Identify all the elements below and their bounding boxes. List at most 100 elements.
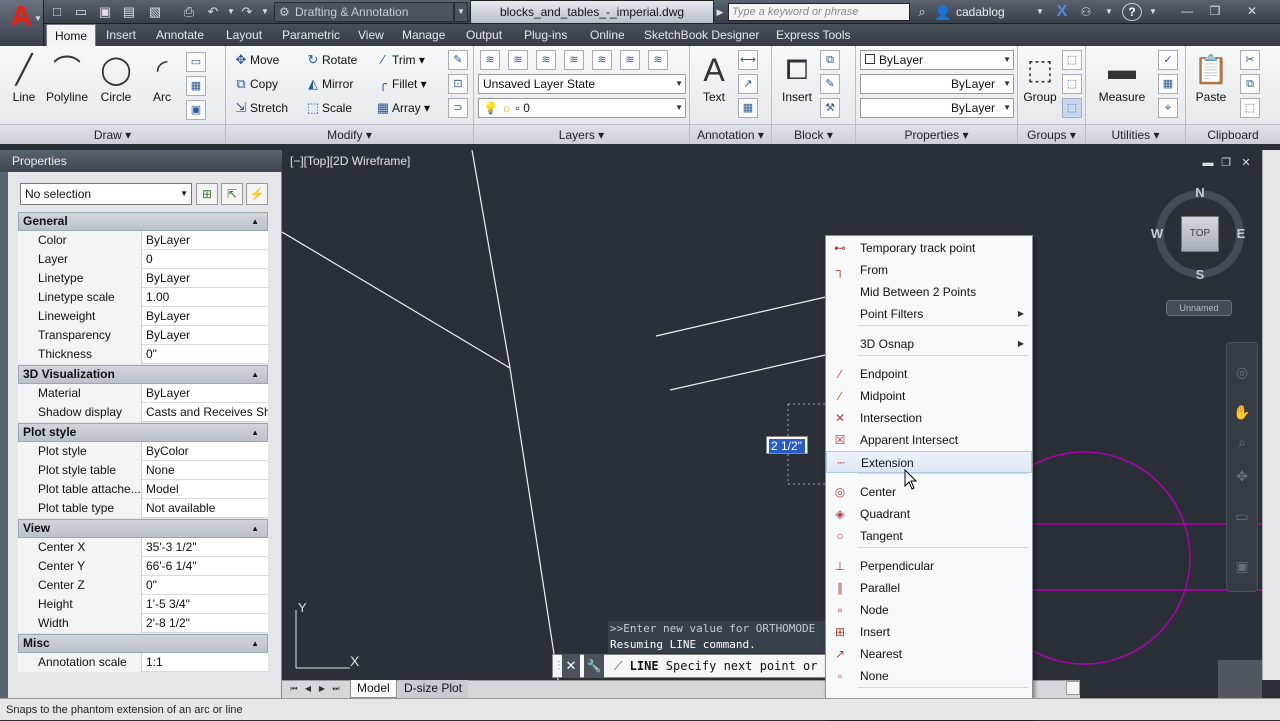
tab-parametric[interactable]: Parametric	[274, 24, 348, 46]
offset-icon[interactable]: ⊃	[448, 98, 468, 118]
layer-lock-icon[interactable]: ≋	[620, 50, 640, 70]
command-prompt[interactable]: ⟋ LINE Specify next point or	[610, 655, 830, 677]
tab-output[interactable]: Output	[458, 24, 510, 46]
menu-item-point-filters[interactable]: Point Filters ▶	[826, 303, 1032, 325]
property-value[interactable]: 1:1	[143, 653, 268, 672]
property-row[interactable]: Material ByLayer	[18, 384, 268, 403]
tab-plugins[interactable]: Plug-ins	[516, 24, 575, 46]
property-value[interactable]: Model	[143, 480, 268, 499]
close-icon[interactable]: ✕	[1232, 2, 1272, 20]
lineweight-combo[interactable]: ByLayer ▼	[860, 98, 1014, 118]
horizontal-scroll-thumb[interactable]	[1066, 681, 1080, 695]
insert-block-button[interactable]: ⧠ Insert	[778, 50, 816, 104]
palette-title[interactable]: Properties	[0, 150, 282, 172]
menu-item-from[interactable]: ┐ From	[826, 259, 1032, 281]
vertical-scrollbar[interactable]	[1262, 150, 1280, 680]
scale-button[interactable]: ⬚ Scale	[304, 97, 352, 119]
grip-icon[interactable]: ⋮⋮	[554, 657, 574, 675]
tab-online[interactable]: Online	[582, 24, 633, 46]
polyline-button[interactable]: ⌒ Polyline	[42, 50, 92, 104]
property-row[interactable]: Plot style ByColor	[18, 442, 268, 461]
stretch-button[interactable]: ⇲ Stretch	[232, 97, 288, 119]
undo-icon[interactable]: ↶	[204, 3, 222, 21]
property-value[interactable]: 2'-8 1/2"	[143, 614, 268, 633]
property-value[interactable]: Casts and Receives Sh...	[143, 403, 268, 422]
modify-panel-title[interactable]: Modify ▾	[226, 124, 473, 144]
property-row[interactable]: Center Z 0"	[18, 576, 268, 595]
copy-button[interactable]: ⧉ Copy	[232, 73, 278, 95]
tab-express-tools[interactable]: Express Tools	[768, 24, 858, 46]
zoom-icon[interactable]: ⌕	[1232, 432, 1252, 452]
plot-icon[interactable]: ⎙	[180, 3, 198, 21]
layer-off-icon[interactable]: ≋	[536, 50, 556, 70]
section-header[interactable]: 3D Visualization ▲	[18, 365, 268, 384]
help-icon[interactable]: ?	[1122, 3, 1142, 21]
redo-dropdown-icon[interactable]: ▼	[256, 3, 274, 21]
rectangle-icon[interactable]: ▭	[186, 52, 206, 72]
table-icon[interactable]: ▦	[738, 98, 758, 118]
tab-layout[interactable]: Layout	[218, 24, 270, 46]
section-header[interactable]: Misc ▲	[18, 634, 268, 653]
select-objects-icon[interactable]: ⇱	[221, 183, 243, 205]
ungroup-icon[interactable]: ⬚	[1062, 50, 1082, 70]
match-properties-icon[interactable]: ⬚	[1240, 98, 1260, 118]
navbar-settings-icon[interactable]: ▣	[1232, 556, 1252, 576]
menu-item-mid-between-2-points[interactable]: Mid Between 2 Points	[826, 281, 1032, 303]
rotate-button[interactable]: ↻ Rotate	[304, 49, 358, 71]
property-value[interactable]: 66'-6 1/4"	[143, 557, 268, 576]
drawing-viewport[interactable]: Y X	[282, 150, 1272, 680]
property-row[interactable]: Linetype scale 1.00	[18, 288, 268, 307]
tab-model[interactable]: Model	[350, 680, 397, 698]
text-button[interactable]: A Text	[696, 50, 732, 104]
layers-panel-title[interactable]: Layers ▾	[474, 124, 689, 144]
quick-select-icon[interactable]: ✓	[1158, 50, 1178, 70]
property-row[interactable]: Layer 0	[18, 250, 268, 269]
array-button[interactable]: ▦ Array ▾	[374, 97, 430, 119]
layer-match-icon[interactable]: ≋	[648, 50, 668, 70]
edit-block-icon[interactable]: ✎	[820, 74, 840, 94]
property-row[interactable]: Height 1'-5 3/4"	[18, 595, 268, 614]
group-select-icon[interactable]: ⬚	[1062, 98, 1082, 118]
chevron-down-icon[interactable]: ▼	[1036, 3, 1048, 21]
compass-north[interactable]: N	[1193, 185, 1207, 200]
exchange-icon[interactable]: X	[1052, 3, 1072, 21]
search-input[interactable]: Type a keyword or phrase	[728, 3, 910, 21]
color-combo[interactable]: ByLayer ▼	[860, 50, 1014, 70]
compass-south[interactable]: S	[1193, 267, 1207, 282]
sign-in-user[interactable]: cadablog	[956, 3, 1036, 21]
mirror-button[interactable]: ◭ Mirror	[304, 73, 353, 95]
groups-panel-title[interactable]: Groups ▾	[1018, 124, 1085, 144]
chevron-down-icon[interactable]: ▼	[1144, 3, 1162, 21]
prev-layout-icon[interactable]: ◀	[302, 682, 314, 696]
property-row[interactable]: Lineweight ByLayer	[18, 307, 268, 326]
property-row[interactable]: Center Y 66'-6 1/4"	[18, 557, 268, 576]
selection-combo[interactable]: No selection ▼	[20, 183, 192, 205]
trim-button[interactable]: ⁄ Trim ▾	[374, 49, 425, 71]
property-value[interactable]: 1'-5 3/4"	[143, 595, 268, 614]
customize-icon[interactable]: 🔧	[584, 654, 604, 678]
tab-sketchbook[interactable]: SketchBook Designer	[636, 24, 767, 46]
property-value[interactable]: ByLayer	[143, 326, 268, 345]
property-value[interactable]: ByColor	[143, 442, 268, 461]
copy-clip-icon[interactable]: ⧉	[1240, 74, 1260, 94]
application-menu-button[interactable]: A ▼	[0, 0, 44, 46]
measure-button[interactable]: ▬ Measure	[1094, 50, 1150, 104]
utilities-panel-title[interactable]: Utilities ▾	[1086, 124, 1185, 144]
compass-east[interactable]: E	[1234, 226, 1248, 241]
close-icon[interactable]: ✕	[1238, 156, 1254, 170]
create-block-icon[interactable]: ⧉	[820, 50, 840, 70]
viewcube-top-face[interactable]: TOP	[1181, 216, 1219, 252]
property-row[interactable]: Color ByLayer	[18, 231, 268, 250]
hatch-icon[interactable]: ▦	[186, 76, 206, 96]
property-value[interactable]: 0"	[143, 345, 268, 364]
property-row[interactable]: Width 2'-8 1/2"	[18, 614, 268, 633]
layer-properties-icon[interactable]: ≋	[480, 50, 500, 70]
properties-panel-title[interactable]: Properties ▾	[856, 124, 1017, 144]
layer-isolate-icon[interactable]: ≋	[564, 50, 584, 70]
property-row[interactable]: Annotation scale 1:1	[18, 653, 268, 672]
menu-item-node[interactable]: ∘ Node	[826, 599, 1032, 621]
move-button[interactable]: ✥ Move	[232, 49, 280, 71]
chevron-down-icon[interactable]: ▼	[1100, 3, 1118, 21]
save-icon[interactable]: ▣	[96, 3, 114, 21]
property-row[interactable]: Linetype ByLayer	[18, 269, 268, 288]
